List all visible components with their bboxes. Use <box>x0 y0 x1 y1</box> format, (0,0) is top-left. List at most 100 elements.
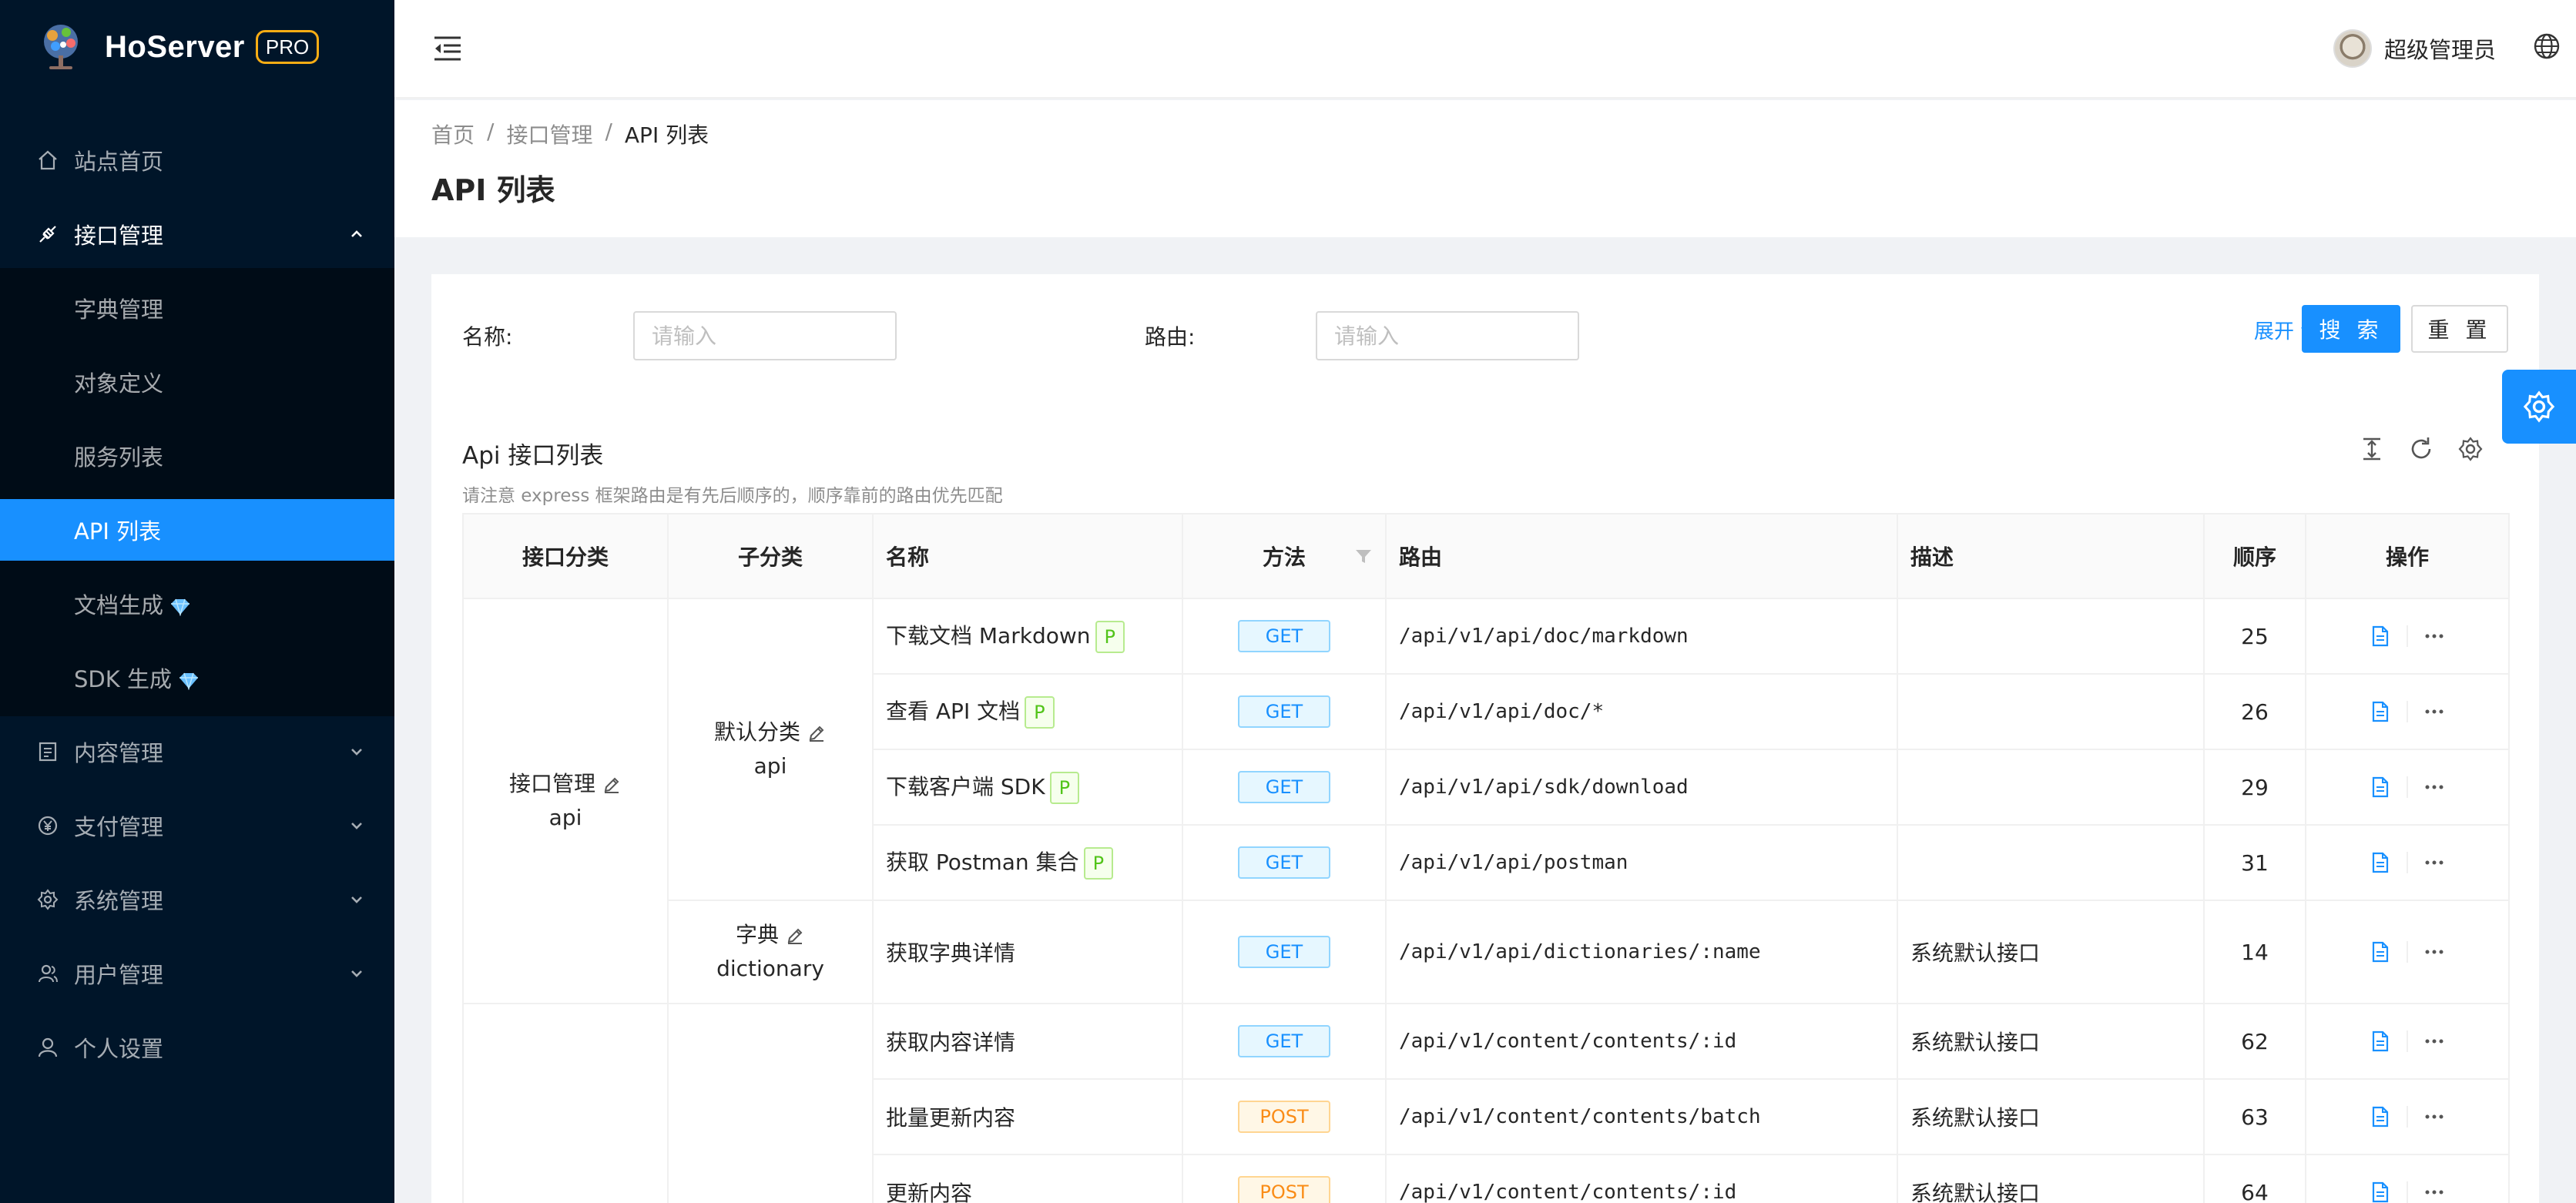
actions-cell <box>2305 1003 2510 1080</box>
document-icon[interactable] <box>2371 1181 2390 1203</box>
document-icon[interactable] <box>2371 852 2390 873</box>
category-cell: 接口管理 api <box>462 598 669 1004</box>
column-header-name: 名称 <box>872 513 1183 599</box>
method-cell: GET <box>1182 824 1387 901</box>
api-name-cell: 获取字典详情 <box>872 900 1183 1004</box>
sidebar-item-sdk-generation[interactable]: SDK 生成 <box>0 641 394 715</box>
more-icon[interactable] <box>2425 860 2444 866</box>
divider <box>2407 625 2408 647</box>
description-cell: 系统默认接口 <box>1897 1003 2205 1080</box>
breadcrumb: 首页 / 接口管理 / API 列表 <box>431 119 709 149</box>
route-cell: /api/v1/api/doc/markdown <box>1385 598 1898 675</box>
method-tag: GET <box>1238 1025 1330 1057</box>
chevron-down-icon <box>351 823 362 829</box>
menu-fold-icon[interactable] <box>433 35 462 62</box>
diamond-icon <box>171 598 190 616</box>
page-header: 首页 / 接口管理 / API 列表 API 列表 <box>394 100 2576 237</box>
sidebar-item-label: 字典管理 <box>74 297 164 323</box>
description-cell: 系统默认接口 <box>1897 900 2205 1004</box>
category-cell <box>462 1003 669 1203</box>
sidebar-item-api-list[interactable]: API 列表 <box>0 499 394 561</box>
sidebar-item-user-management[interactable]: 用户管理 <box>0 937 394 1010</box>
sidebar-item-dictionary[interactable]: 字典管理 <box>0 271 394 345</box>
document-icon[interactable] <box>2371 1030 2390 1052</box>
edit-icon[interactable] <box>785 926 805 946</box>
public-tag: P <box>1025 696 1055 729</box>
more-icon[interactable] <box>2425 709 2444 715</box>
subcategory-cell: 字典 dictionary <box>667 900 874 1004</box>
subcategory-key: dictionary <box>716 956 824 981</box>
breadcrumb-item-home[interactable]: 首页 <box>431 119 475 149</box>
search-button[interactable]: 搜 索 <box>2302 305 2400 353</box>
more-icon[interactable] <box>2425 1189 2444 1195</box>
description-cell: 系统默认接口 <box>1897 1154 2205 1203</box>
sidebar-item-object-definition[interactable]: 对象定义 <box>0 345 394 419</box>
actions-cell <box>2305 900 2510 1004</box>
route-cell: /api/v1/content/contents/:id <box>1385 1003 1898 1080</box>
settings-drawer-button[interactable] <box>2502 370 2576 444</box>
column-header-order: 顺序 <box>2203 513 2306 599</box>
sidebar-item-label: SDK 生成 <box>74 662 200 694</box>
api-name: 批量更新内容 <box>886 1105 1016 1131</box>
order-cell: 25 <box>2203 598 2306 675</box>
reload-icon[interactable] <box>2408 436 2434 462</box>
divider <box>2407 1106 2408 1128</box>
sidebar-item-system-management[interactable]: 系统管理 <box>0 863 394 937</box>
sidebar-item-api-management[interactable]: 接口管理 <box>0 197 394 271</box>
table-row: 接口管理 api 默认分类 api 下载文档 Markdown P GET/api/v1/a… <box>462 598 2510 1004</box>
document-icon[interactable] <box>2371 701 2390 722</box>
setting-icon[interactable] <box>2457 436 2484 462</box>
globe-icon[interactable] <box>2533 32 2561 60</box>
column-header-method[interactable]: 方法 <box>1182 513 1387 599</box>
sidebar-item-content-management[interactable]: 内容管理 <box>0 715 394 789</box>
route-cell: /api/v1/api/dictionaries/:name <box>1385 900 1898 1004</box>
team-icon <box>39 964 58 983</box>
chevron-down-icon <box>351 970 362 977</box>
breadcrumb-item-api-management[interactable]: 接口管理 <box>506 119 592 149</box>
user-menu[interactable]: 超级管理员 <box>2333 28 2496 69</box>
more-icon[interactable] <box>2425 1038 2444 1044</box>
description-cell <box>1897 824 2205 901</box>
column-height-icon[interactable] <box>2359 436 2385 462</box>
setting-icon <box>2523 390 2555 423</box>
route-search-input[interactable] <box>1316 311 1579 360</box>
more-icon[interactable] <box>2425 949 2444 955</box>
sidebar-item-personal-settings[interactable]: 个人设置 <box>0 1010 394 1084</box>
document-icon[interactable] <box>2371 941 2390 963</box>
document-icon[interactable] <box>2371 1106 2390 1128</box>
method-tag: GET <box>1238 695 1330 728</box>
logo[interactable]: HoServer PRO <box>35 22 320 72</box>
more-icon[interactable] <box>2425 633 2444 639</box>
more-icon[interactable] <box>2425 784 2444 790</box>
more-icon[interactable] <box>2425 1114 2444 1120</box>
chevron-up-icon <box>351 230 362 237</box>
sidebar-item-service-list[interactable]: 服务列表 <box>0 419 394 493</box>
logo-tree-icon <box>44 25 78 69</box>
divider <box>2407 941 2408 963</box>
api-name-cell: 批量更新内容 <box>872 1078 1183 1155</box>
api-table: 接口分类 子分类 名称 方法 路由 描述 顺序 操作 接口管理 api 默认分类 ap… <box>462 513 2510 1203</box>
document-icon[interactable] <box>2371 776 2390 798</box>
sidebar-item-label: 内容管理 <box>74 740 164 766</box>
edit-icon[interactable] <box>602 775 622 795</box>
sidebar-item-doc-generation[interactable]: 文档生成 <box>0 567 394 641</box>
subcategory-cell <box>667 1003 874 1203</box>
sidebar-item-home[interactable]: 站点首页 <box>0 123 394 197</box>
column-header-subcategory: 子分类 <box>667 513 874 599</box>
actions-cell <box>2305 824 2510 901</box>
document-icon[interactable] <box>2371 625 2390 647</box>
chevron-down-icon <box>351 896 362 903</box>
filter-icon[interactable] <box>1354 547 1373 565</box>
reset-button[interactable]: 重 置 <box>2411 305 2508 353</box>
sidebar-item-label: 支付管理 <box>74 814 164 840</box>
subcategory-key: api <box>753 753 787 779</box>
actions-cell <box>2305 1078 2510 1155</box>
method-cell: POST <box>1182 1154 1387 1203</box>
name-search-input[interactable] <box>633 311 897 360</box>
api-name: 更新内容 <box>886 1181 973 1203</box>
subcategory-name: 字典 <box>735 922 779 947</box>
sidebar-item-payment-management[interactable]: 支付管理 <box>0 789 394 863</box>
edit-icon[interactable] <box>807 723 827 743</box>
sidebar-item-label: 个人设置 <box>74 1036 164 1062</box>
avatar <box>2333 29 2372 68</box>
